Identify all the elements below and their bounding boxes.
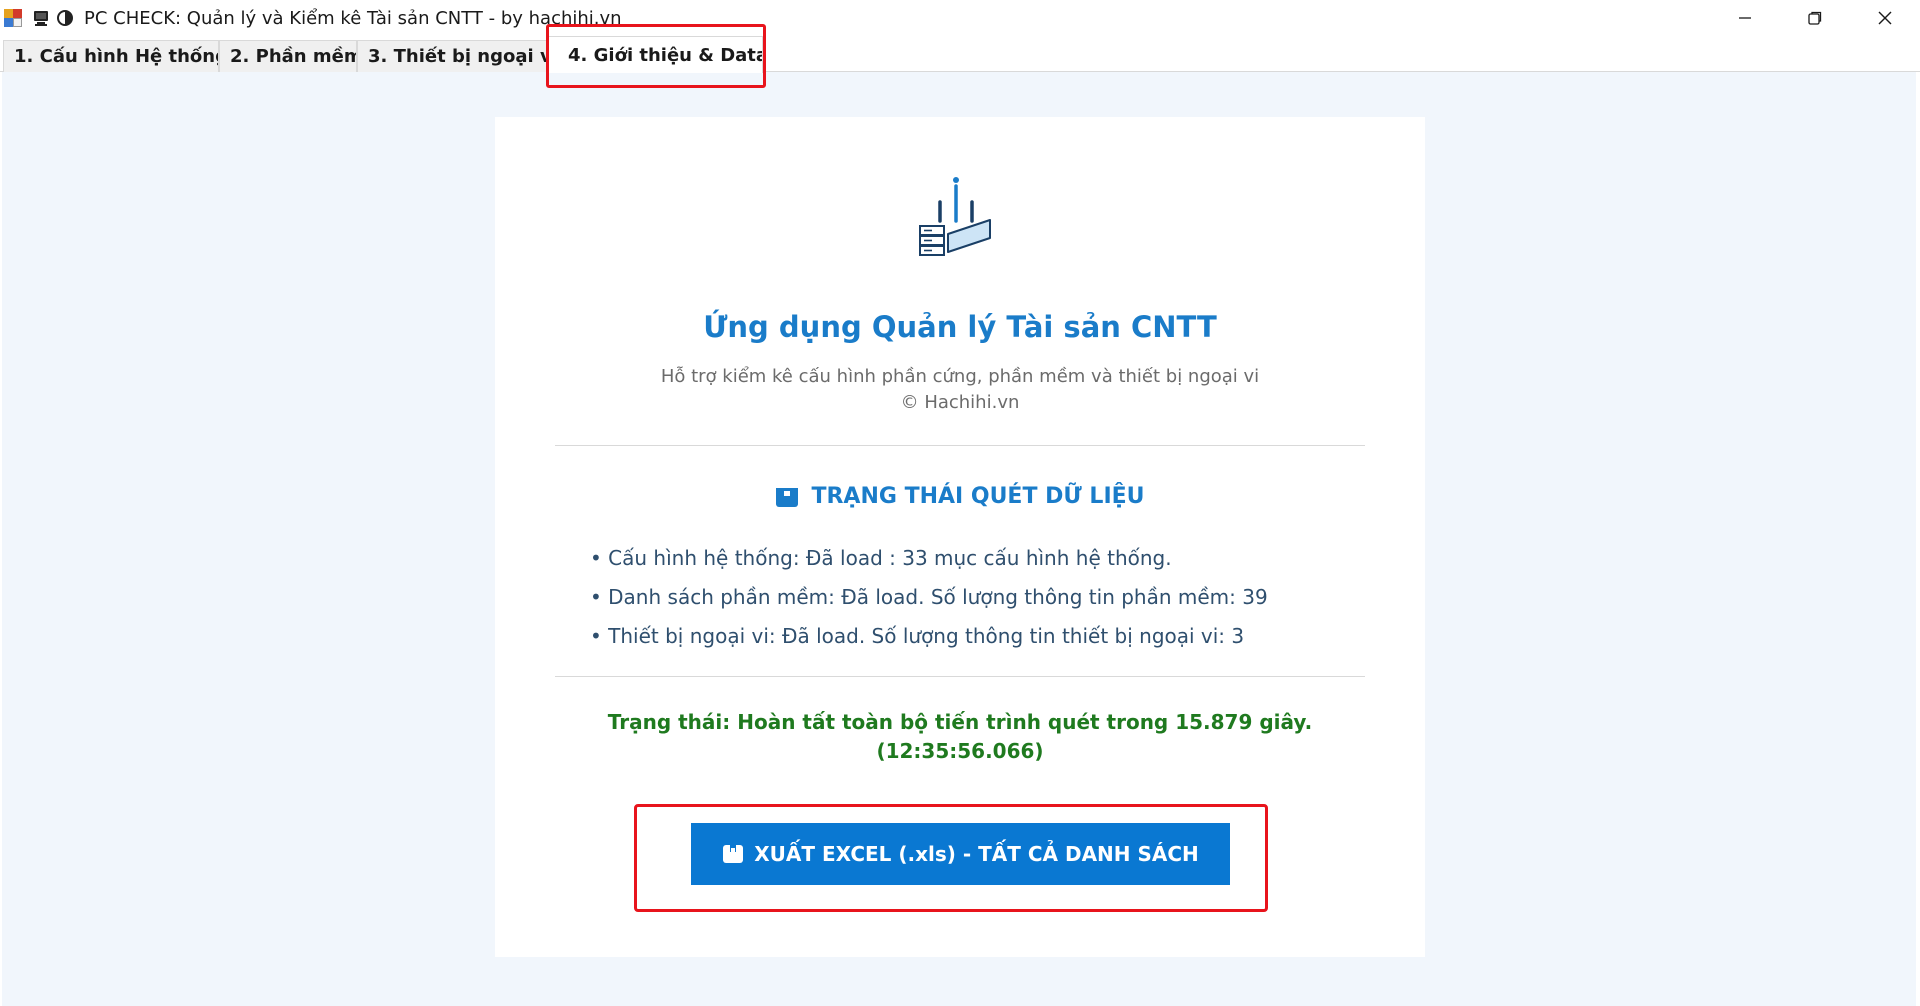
- shield-icon: [56, 9, 74, 27]
- list-item: • Danh sách phần mềm: Đã load. Số lượng …: [590, 585, 1268, 609]
- app-title: Ứng dụng Quản lý Tài sản CNTT: [703, 310, 1217, 344]
- title-bar: PC CHECK: Quản lý và Kiểm kê Tài sản CNT…: [0, 0, 1920, 36]
- server-network-icon: [918, 176, 994, 258]
- status-message: Trạng thái: Hoàn tất toàn bộ tiến trình …: [607, 710, 1313, 734]
- tab-label: 4. Giới thiệu & Data: [568, 44, 763, 66]
- copyright-text: © Hachihi.vn: [900, 392, 1020, 413]
- restore-icon[interactable]: [1780, 0, 1850, 36]
- tab-label: 3. Thiết bị ngoại vi: [368, 46, 547, 67]
- box-icon: [776, 487, 799, 507]
- app-subtitle: Hỗ trợ kiểm kê cấu hình phần cứng, phần …: [660, 366, 1260, 387]
- close-icon[interactable]: [1850, 0, 1920, 36]
- tab-label: 1. Cấu hình Hệ thống: [14, 46, 219, 67]
- divider: [555, 445, 1365, 446]
- tab-strip: 1. Cấu hình Hệ thống 2. Phần mềm 3. Thiế…: [0, 36, 1920, 73]
- tab-label: 2. Phần mềm: [230, 46, 357, 67]
- divider: [555, 676, 1365, 677]
- box-icon: [723, 845, 744, 863]
- export-button-label: XUẤT EXCEL (.xls) - TẤT CẢ DANH SÁCH: [754, 842, 1199, 866]
- list-item: • Cấu hình hệ thống: Đã load : 33 mục cấ…: [590, 546, 1172, 570]
- export-excel-button[interactable]: XUẤT EXCEL (.xls) - TẤT CẢ DANH SÁCH: [691, 823, 1230, 885]
- app-icon[interactable]: [4, 9, 22, 27]
- window-title: PC CHECK: Quản lý và Kiểm kê Tài sản CNT…: [84, 7, 622, 29]
- tab-about-data[interactable]: 4. Giới thiệu & Data: [547, 36, 763, 73]
- list-item: • Thiết bị ngoại vi: Đã load. Số lượng t…: [590, 624, 1245, 648]
- tab-peripherals[interactable]: 3. Thiết bị ngoại vi: [357, 40, 547, 72]
- tab-software[interactable]: 2. Phần mềm: [219, 40, 357, 72]
- app-subtitle-block: Hỗ trợ kiểm kê cấu hình phần cứng, phần …: [495, 364, 1425, 416]
- tab-system-config[interactable]: 1. Cấu hình Hệ thống: [3, 40, 219, 72]
- status-timestamp: (12:35:56.066): [876, 739, 1044, 763]
- section-title: TRẠNG THÁI QUÉT DỮ LIỆU: [811, 484, 1145, 509]
- scan-status-list: • Cấu hình hệ thống: Đã load : 33 mục cấ…: [590, 543, 1390, 660]
- computer-icon: [32, 9, 50, 27]
- scan-status-heading: TRẠNG THÁI QUÉT DỮ LIỆU: [495, 484, 1425, 509]
- scan-status-summary: Trạng thái: Hoàn tất toàn bộ tiến trình …: [495, 708, 1425, 766]
- minimize-icon[interactable]: [1710, 0, 1780, 36]
